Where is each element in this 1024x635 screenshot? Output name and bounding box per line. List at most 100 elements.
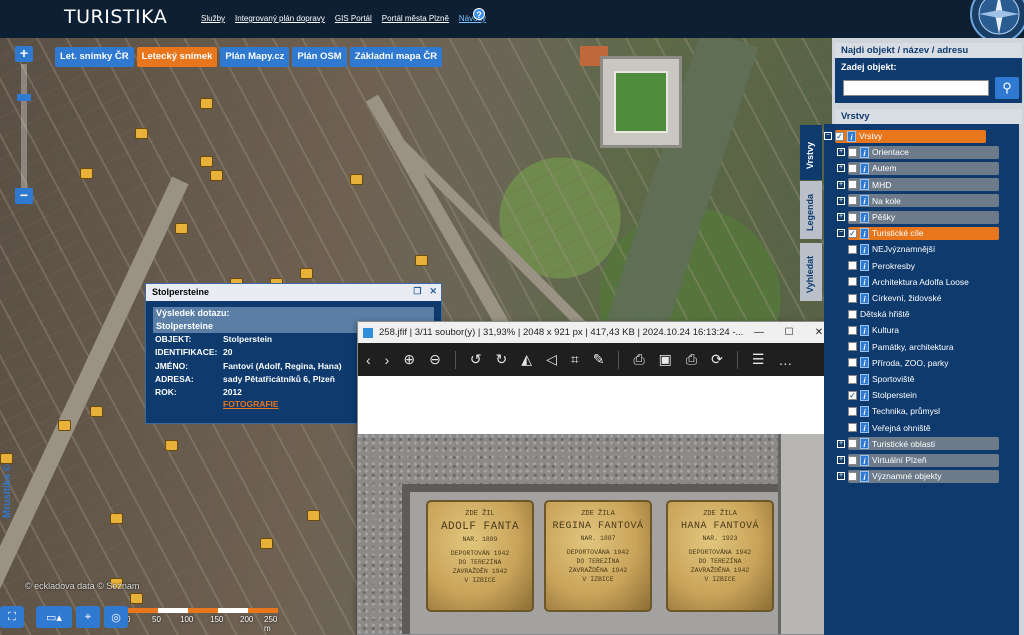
layer-checkbox[interactable] [848,342,857,352]
poi-marker[interactable] [90,406,103,417]
expand-icon[interactable]: + [837,164,845,173]
layer-checkbox[interactable] [848,293,857,303]
basemap-let-snimky-cr[interactable]: Let. snímky ČR [55,47,134,67]
layer-tree-item[interactable]: + i Orientace [837,145,999,159]
layer-tree-item[interactable]: + i Na kole [837,194,999,208]
layer-info-icon[interactable]: i [860,243,869,255]
poi-marker[interactable] [200,98,213,109]
layer-info-icon[interactable]: i [860,438,869,450]
layer-checkbox[interactable] [848,309,857,319]
tab-vrstvy[interactable]: Vrstvy [800,125,822,180]
tab-legenda[interactable]: Legenda [800,181,822,239]
refresh-icon[interactable]: ⟳ [711,351,723,368]
layer-checkbox[interactable] [848,374,857,384]
zoom-slider-track[interactable] [21,64,27,188]
zoom-in-button[interactable]: + [15,46,33,62]
search-icon[interactable]: ⚲ [995,77,1019,99]
poi-marker[interactable] [307,510,320,521]
scanner-icon[interactable]: ⎙ [633,351,644,368]
layer-checkbox[interactable] [848,439,857,449]
expand-icon[interactable]: + [837,472,845,481]
layer-checkbox[interactable]: ✓ [835,131,844,141]
expand-icon[interactable]: + [837,456,845,464]
layer-info-icon[interactable]: i [860,211,869,223]
layer-info-icon[interactable]: i [860,470,869,482]
gps-locate-icon[interactable]: ◎ [104,606,128,628]
layer-info-icon[interactable]: i [860,389,869,401]
layer-checkbox[interactable] [848,261,857,271]
popup-maximize-icon[interactable]: ❐ [413,286,421,297]
measure-ruler-icon[interactable]: ▭▴ [36,606,72,628]
zoom-out-icon[interactable]: ⊖ [429,351,441,368]
poi-marker[interactable] [210,170,223,181]
layer-info-icon[interactable]: i [860,179,869,191]
layer-checkbox[interactable] [848,471,857,481]
layer-tree-item[interactable]: i Perokresby [848,259,915,273]
rotate-left-icon[interactable]: ↺ [470,351,482,368]
draw-icon[interactable]: ✎ [593,351,605,368]
layer-info-icon[interactable]: i [860,292,869,304]
rotate-right-icon[interactable]: ↻ [496,351,508,368]
basemap-plan-osm[interactable]: Plán OSM [292,47,347,67]
poi-marker[interactable] [175,223,188,234]
previous-icon[interactable]: ‹ [366,352,371,368]
poi-marker[interactable] [58,420,71,431]
tab-vyhledat[interactable]: Vyhledat [800,243,822,301]
layer-tree-item[interactable]: + i Autem [837,161,999,175]
layer-tree-item[interactable]: i NEJvýznamnější [848,242,935,256]
layer-tree-item[interactable]: + i MHD [837,178,999,192]
basemap-zakladni-mapa[interactable]: Základní mapa ČR [349,47,443,67]
expand-icon[interactable]: + [837,439,845,448]
layer-tree-item[interactable]: i Veřejná ohniště [848,421,931,435]
expand-icon[interactable]: + [837,180,845,189]
layer-tree-item[interactable]: Dětská hřiště [848,307,910,321]
search-input[interactable] [843,80,989,96]
layer-tree-item[interactable]: i Architektura Adolfa Loose [848,275,969,289]
more-icon[interactable]: … [778,352,792,368]
zoom-in-icon[interactable]: ⊕ [403,351,415,368]
layer-info-icon[interactable]: i [860,357,869,369]
layer-info-icon[interactable]: i [860,260,869,272]
layer-checkbox[interactable] [848,196,857,206]
poi-marker[interactable] [80,168,93,179]
layer-checkbox[interactable] [848,277,857,287]
layer-info-icon[interactable]: i [860,454,869,466]
expand-icon[interactable]: + [837,213,845,221]
collapse-icon[interactable]: − [837,229,845,238]
nav-link-ipd[interactable]: Integrovaný plán dopravy [235,14,325,23]
layer-tree-item[interactable]: + i Virtuální Plzeň [837,453,999,467]
layer-checkbox[interactable]: ✓ [848,390,857,400]
layer-tree-item[interactable]: i Sportoviště [848,372,915,386]
expand-icon[interactable]: + [837,196,845,205]
layer-info-icon[interactable]: i [847,130,856,142]
poi-marker[interactable] [300,268,313,279]
layer-info-icon[interactable]: i [860,146,869,158]
expand-icon[interactable]: + [837,148,845,157]
layer-tree-item[interactable]: i Kultura [848,323,899,337]
layer-info-icon[interactable]: i [860,162,869,174]
layer-tree-item[interactable]: i Technika, průmysl [848,404,940,418]
zoom-out-button[interactable]: − [15,188,33,204]
poi-marker[interactable] [110,513,123,524]
save-icon[interactable]: ▣ [659,351,672,368]
layer-tree-item[interactable]: + i Turistické oblasti [837,437,999,451]
poi-marker[interactable] [130,593,143,604]
menu-icon[interactable]: ☰ [752,351,765,368]
layer-tree-item[interactable]: ✓ i Stolperstein [848,388,917,402]
layer-tree-item[interactable]: i Příroda, ZOO, parky [848,356,949,370]
print-icon[interactable]: ⎙ [686,351,697,368]
layer-info-icon[interactable]: i [860,324,869,336]
poi-marker[interactable] [350,174,363,185]
layer-checkbox[interactable] [848,455,857,465]
poi-marker[interactable] [165,440,178,451]
layer-info-icon[interactable]: i [860,373,869,385]
layer-info-icon[interactable]: i [860,341,869,353]
poi-marker[interactable] [0,453,13,464]
basemap-letecky-snimek[interactable]: Letecký snímek [136,47,218,67]
layer-tree-item[interactable]: − ✓ i Vrstvy [824,129,986,143]
maximize-icon[interactable]: ☐ [774,322,804,343]
flip-icon[interactable]: ◭ [521,351,532,368]
layer-info-icon[interactable]: i [860,422,869,434]
zoom-slider-handle[interactable] [17,94,31,101]
layer-checkbox[interactable] [848,212,857,222]
